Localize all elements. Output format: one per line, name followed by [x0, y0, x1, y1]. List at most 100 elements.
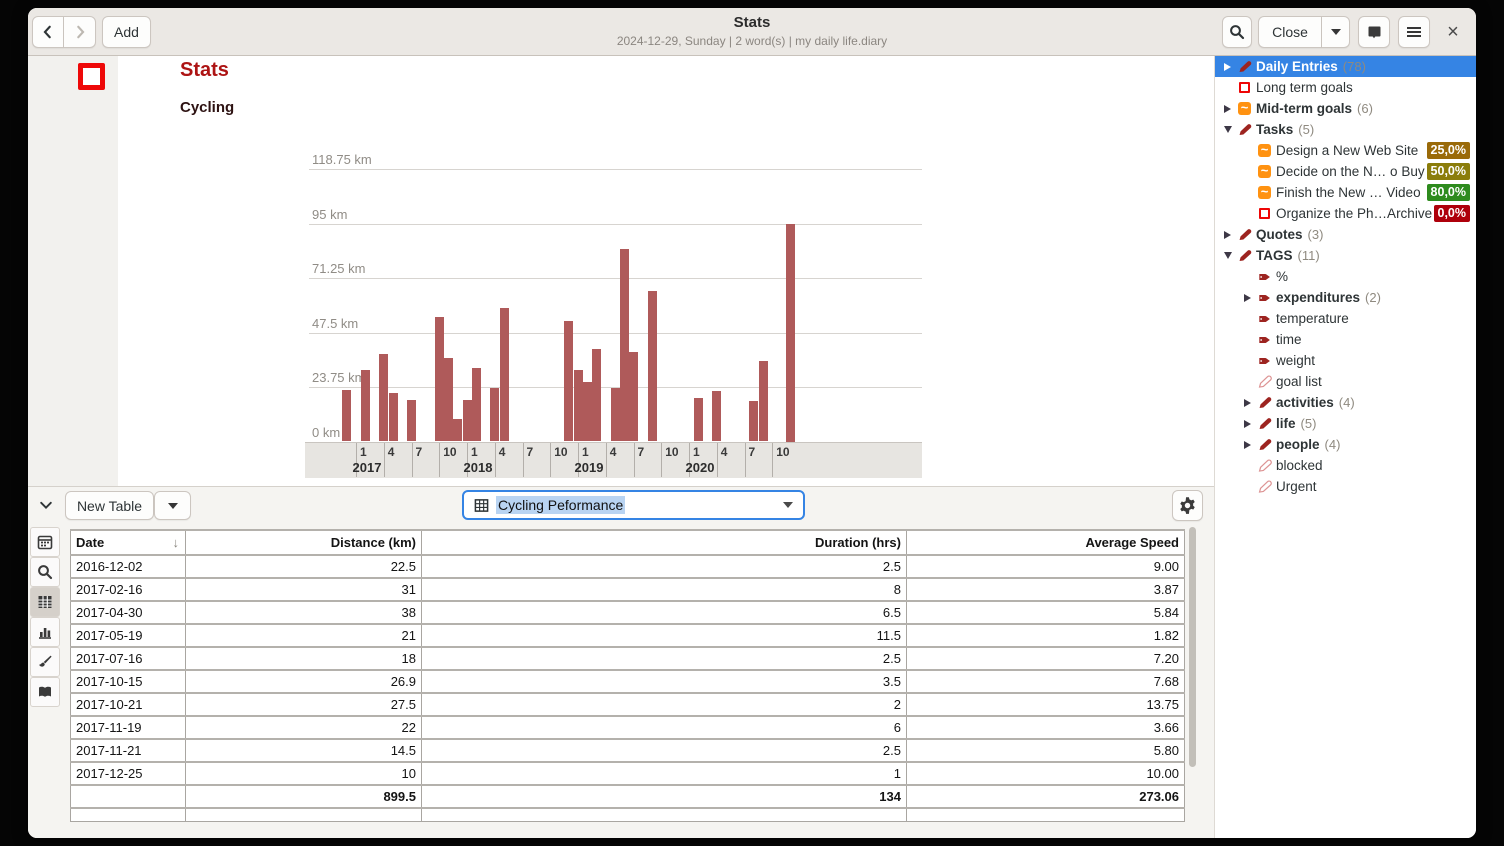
collapse-arrow-icon[interactable] — [1219, 252, 1236, 259]
cell-value[interactable]: 1.82 — [907, 624, 1185, 647]
cell-value[interactable]: 2 — [422, 693, 907, 716]
close-diary-menu-button[interactable] — [1322, 16, 1350, 48]
sidebar-item-goal-list[interactable]: goal list — [1215, 371, 1476, 392]
sidebar-item-decide-on-the-n-o-buy[interactable]: ~Decide on the N… o Buy50,0% — [1215, 161, 1476, 182]
cell-date[interactable]: 2017-05-19 — [71, 624, 186, 647]
sidebar-item-tasks[interactable]: Tasks(5) — [1215, 119, 1476, 140]
table-row[interactable]: 2017-11-192263.66 — [71, 716, 1185, 739]
sidebar-item-temperature[interactable]: temperature — [1215, 308, 1476, 329]
expand-arrow-icon[interactable] — [1219, 63, 1236, 71]
cell-value[interactable]: 2.5 — [422, 555, 907, 578]
sidebar-item-item[interactable]: % — [1215, 266, 1476, 287]
cell-date[interactable]: 2017-04-30 — [71, 601, 186, 624]
sidebar-item-daily-entries[interactable]: Daily Entries(78) — [1215, 56, 1476, 77]
cell-value[interactable]: 1 — [422, 762, 907, 785]
table-selector-combobox[interactable]: Cycling Peformance — [462, 490, 805, 520]
cell-value[interactable]: 3.5 — [422, 670, 907, 693]
cell-date[interactable]: 2017-10-15 — [71, 670, 186, 693]
sidebar-item-expenditures[interactable]: expenditures(2) — [1215, 287, 1476, 308]
cell-value[interactable]: 21 — [186, 624, 422, 647]
sidebar-item-urgent[interactable]: Urgent — [1215, 476, 1476, 497]
sidebar-item-finish-the-new-video[interactable]: ~Finish the New … Video80,0% — [1215, 182, 1476, 203]
cell-value[interactable]: 8 — [422, 578, 907, 601]
cell-value[interactable]: 7.20 — [907, 647, 1185, 670]
cell-value[interactable]: 31 — [186, 578, 422, 601]
tables-tool-button[interactable] — [30, 587, 60, 617]
sidebar-item-long-term-goals[interactable]: Long term goals — [1215, 77, 1476, 98]
sidebar-item-life[interactable]: life(5) — [1215, 413, 1476, 434]
sidebar-item-tags[interactable]: TAGS(11) — [1215, 245, 1476, 266]
column-header-average-speed[interactable]: Average Speed — [907, 530, 1185, 555]
sidebar-item-organize-the-ph-archive[interactable]: Organize the Ph…Archive0,0% — [1215, 203, 1476, 224]
cell-date[interactable]: 2016-12-02 — [71, 555, 186, 578]
collapse-panel-button[interactable] — [32, 491, 60, 519]
cell-value[interactable]: 11.5 — [422, 624, 907, 647]
table-row[interactable]: 2016-12-0222.52.59.00 — [71, 555, 1185, 578]
new-table-menu-button[interactable] — [154, 491, 191, 520]
table-row[interactable]: 2017-05-192111.51.82 — [71, 624, 1185, 647]
table-row[interactable]: 2017-02-163183.87 — [71, 578, 1185, 601]
expand-arrow-icon[interactable] — [1239, 441, 1256, 449]
cell-date[interactable]: 2017-11-21 — [71, 739, 186, 762]
cell-value[interactable]: 22 — [186, 716, 422, 739]
cell-value[interactable]: 26.9 — [186, 670, 422, 693]
sidebar-item-quotes[interactable]: Quotes(3) — [1215, 224, 1476, 245]
cell-value[interactable]: 13.75 — [907, 693, 1185, 716]
collapse-arrow-icon[interactable] — [1219, 126, 1236, 133]
cell-value[interactable]: 6 — [422, 716, 907, 739]
sidebar-item-mid-term-goals[interactable]: ~Mid-term goals(6) — [1215, 98, 1476, 119]
cell-date[interactable]: 2017-12-25 — [71, 762, 186, 785]
cell-value[interactable]: 5.84 — [907, 601, 1185, 624]
sidebar-item-activities[interactable]: activities(4) — [1215, 392, 1476, 413]
close-diary-button[interactable]: Close — [1258, 16, 1322, 48]
cell-value[interactable]: 10 — [186, 762, 422, 785]
table-vertical-scrollbar[interactable] — [1189, 527, 1196, 767]
expand-arrow-icon[interactable] — [1219, 105, 1236, 113]
cell-value[interactable]: 10.00 — [907, 762, 1185, 785]
expand-arrow-icon[interactable] — [1239, 294, 1256, 302]
back-button[interactable] — [32, 16, 64, 48]
cell-value[interactable]: 2.5 — [422, 739, 907, 762]
table-row[interactable]: 2017-11-2114.52.55.80 — [71, 739, 1185, 762]
cell-date[interactable]: 2017-11-19 — [71, 716, 186, 739]
column-header-distance-km[interactable]: Distance (km) — [186, 530, 422, 555]
table-row[interactable]: 2017-10-1526.93.57.68 — [71, 670, 1185, 693]
search-button[interactable] — [1222, 16, 1252, 48]
sidebar-item-time[interactable]: time — [1215, 329, 1476, 350]
table-row[interactable]: 2017-04-30386.55.84 — [71, 601, 1185, 624]
sidebar-item-people[interactable]: people(4) — [1215, 434, 1476, 455]
table-row[interactable]: 2017-12-2510110.00 — [71, 762, 1185, 785]
theme-tool-button[interactable] — [30, 647, 60, 677]
cell-value[interactable]: 6.5 — [422, 601, 907, 624]
bookmarks-button[interactable] — [1358, 16, 1390, 48]
cell-value[interactable]: 9.00 — [907, 555, 1185, 578]
calendar-tool-button[interactable] — [30, 527, 60, 557]
cell-date[interactable]: 2017-02-16 — [71, 578, 186, 601]
add-entry-button[interactable]: Add — [102, 16, 151, 48]
cell-value[interactable]: 5.80 — [907, 739, 1185, 762]
search-tool-button[interactable] — [30, 557, 60, 587]
table-settings-button[interactable] — [1172, 490, 1203, 521]
charts-tool-button[interactable] — [30, 617, 60, 647]
cell-value[interactable]: 18 — [186, 647, 422, 670]
cell-date[interactable]: 2017-10-21 — [71, 693, 186, 716]
table-row[interactable]: 2017-10-2127.5213.75 — [71, 693, 1185, 716]
column-header-date[interactable]: Date↓ — [71, 530, 186, 555]
cell-value[interactable]: 14.5 — [186, 739, 422, 762]
cell-date[interactable]: 2017-07-16 — [71, 647, 186, 670]
cell-value[interactable]: 3.66 — [907, 716, 1185, 739]
window-close-button[interactable]: × — [1438, 16, 1468, 48]
expand-arrow-icon[interactable] — [1239, 420, 1256, 428]
sidebar-item-design-a-new-web-site[interactable]: ~Design a New Web Site25,0% — [1215, 140, 1476, 161]
cell-value[interactable]: 3.87 — [907, 578, 1185, 601]
entry-todo-status-icon[interactable] — [78, 63, 105, 90]
cell-value[interactable]: 38 — [186, 601, 422, 624]
cell-value[interactable]: 7.68 — [907, 670, 1185, 693]
forward-button[interactable] — [64, 16, 96, 48]
expand-arrow-icon[interactable] — [1219, 231, 1236, 239]
cell-value[interactable]: 2.5 — [422, 647, 907, 670]
expand-arrow-icon[interactable] — [1239, 399, 1256, 407]
sidebar-item-weight[interactable]: weight — [1215, 350, 1476, 371]
table-row[interactable]: 2017-07-16182.57.20 — [71, 647, 1185, 670]
sidebar-item-blocked[interactable]: blocked — [1215, 455, 1476, 476]
